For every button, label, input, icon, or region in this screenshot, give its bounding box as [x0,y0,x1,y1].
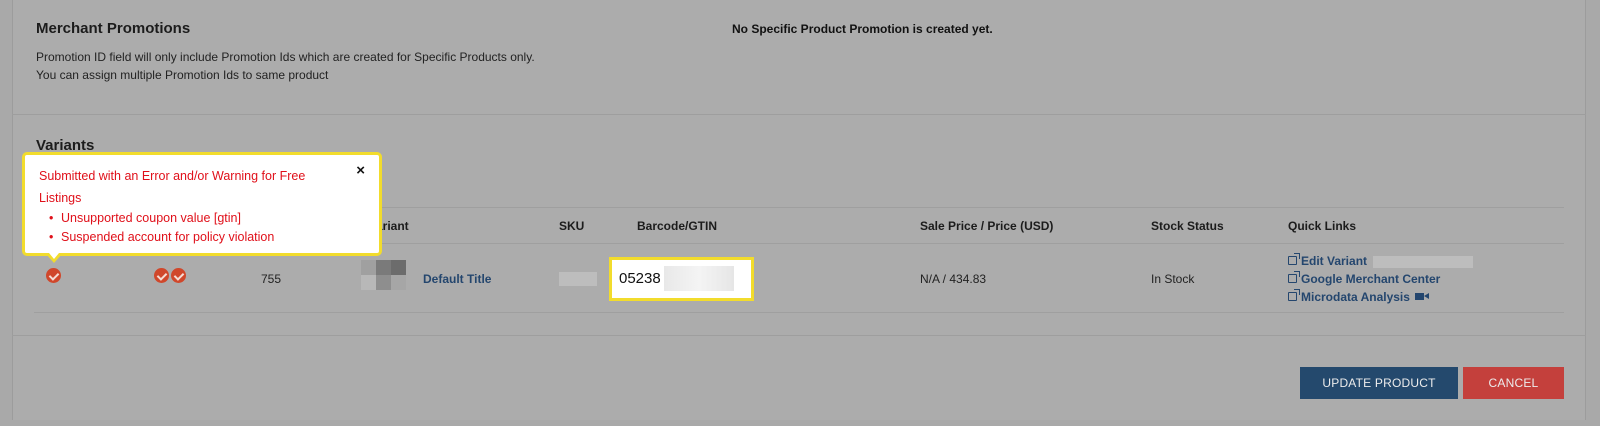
quick-link-merchant-center[interactable]: Google Merchant Center [1288,271,1441,286]
sku-redacted [559,272,597,286]
variant-id-redacted [1373,256,1473,268]
variant-stock-status: In Stock [1151,272,1195,286]
external-link-icon [1288,271,1300,283]
popover-issue-list: Unsupported coupon value [gtin] Suspende… [39,209,274,247]
submission-status-icon[interactable] [46,268,61,283]
variant-thumbnail [361,260,406,290]
popover-title: Submitted with an Error and/or Warning f… [39,169,306,205]
error-popover: Submitted with an Error and/or Warning f… [22,152,382,256]
status-check-icon[interactable] [154,268,169,283]
quick-link-microdata[interactable]: Microdata Analysis [1288,289,1429,304]
variant-price: N/A / 434.83 [920,272,987,286]
col-header-stock: Stock Status [1151,219,1224,233]
col-header-price: Sale Price / Price (USD) [920,219,1054,233]
promotions-title: Merchant Promotions [36,20,191,37]
popover-issue-item: Unsupported coupon value [gtin] [39,209,274,228]
table-bottom-line [34,312,1564,313]
section-divider [12,114,1586,115]
quick-link-edit-variant[interactable]: Edit Variant [1288,253,1368,268]
col-header-quick-links: Quick Links [1288,219,1357,233]
barcode-field-highlight: 05238 [609,257,754,301]
external-link-icon [1288,289,1300,301]
popover-arrow-inner [49,253,59,259]
popover-issue-item: Suspended account for policy violation [39,228,274,247]
quick-link-label: Google Merchant Center [1301,272,1441,286]
promotions-empty-message: No Specific Product Promotion is created… [732,22,993,36]
close-icon[interactable]: × [356,162,365,179]
footer-divider [12,335,1586,336]
variant-title-link[interactable]: Default Title [423,272,491,286]
barcode-redacted [664,266,734,291]
col-header-barcode: Barcode/GTIN [637,219,718,233]
col-header-sku: SKU [559,219,585,233]
cancel-button[interactable]: CANCEL [1463,367,1564,399]
update-product-button[interactable]: UPDATE PRODUCT [1300,367,1458,399]
external-link-icon [1288,253,1300,265]
variant-position: 755 [261,272,282,286]
quick-link-label: Edit Variant [1301,254,1368,268]
promotions-note: Promotion ID field will only include Pro… [36,50,535,82]
video-camera-icon[interactable] [1414,293,1429,300]
barcode-value: 05238 [619,270,661,287]
status-check-icon[interactable] [171,268,186,283]
quick-link-label: Microdata Analysis [1301,290,1410,304]
